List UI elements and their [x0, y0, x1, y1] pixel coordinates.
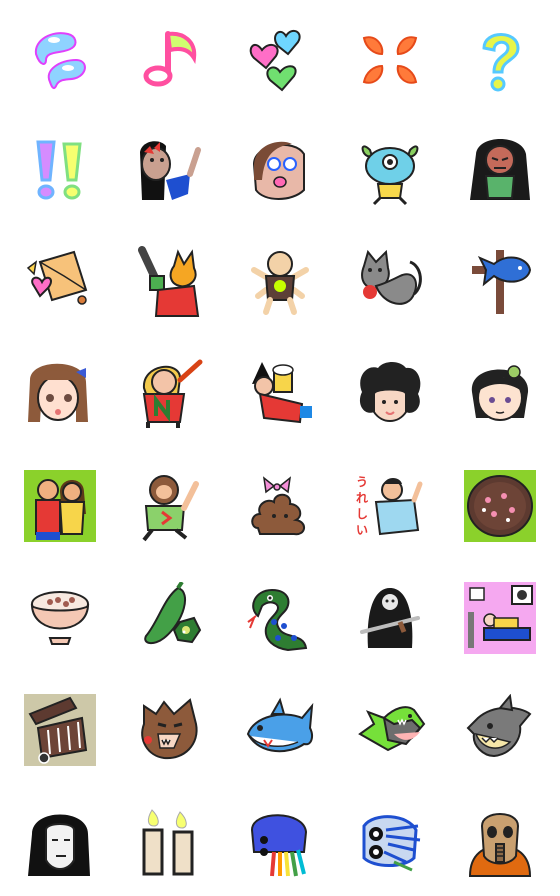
origami-heart-icon[interactable]: [24, 246, 96, 318]
long-hair-girl-icon[interactable]: [464, 134, 536, 206]
polka-dot-snake-icon[interactable]: [244, 582, 316, 654]
ureshii-label-2: れ: [356, 491, 368, 505]
three-hearts-icon[interactable]: [244, 24, 316, 96]
witch-beer-icon[interactable]: [244, 358, 316, 430]
ureshii-label-1: う: [356, 475, 368, 489]
gray-cat-icon[interactable]: [354, 246, 426, 318]
hugging-couple-icon[interactable]: [24, 470, 96, 542]
afro-face-icon[interactable]: [354, 358, 426, 430]
music-note-icon[interactable]: [134, 24, 206, 96]
rice-bowl-icon[interactable]: [24, 582, 96, 654]
green-clip-girl-icon[interactable]: [464, 358, 536, 430]
reaper-sword-icon[interactable]: [354, 582, 426, 654]
baby-u-shirt-icon[interactable]: [244, 246, 316, 318]
green-shark-icon[interactable]: [354, 694, 426, 766]
water-drops-icon[interactable]: [24, 24, 96, 96]
long-black-hair-ghost-icon[interactable]: [24, 806, 96, 878]
blue-shark-icon[interactable]: [244, 694, 316, 766]
girl-red-bow-icon[interactable]: [134, 134, 206, 206]
ureshii-label-4: い: [356, 523, 368, 537]
gas-mask-icon[interactable]: [464, 806, 536, 878]
monkey-kid-icon[interactable]: [134, 470, 206, 542]
pink-room-icon[interactable]: [464, 582, 536, 654]
fish-cross-icon[interactable]: [464, 246, 536, 318]
ureshii-man-icon[interactable]: う れ し い: [354, 470, 426, 542]
question-mark-icon[interactable]: [464, 24, 536, 96]
poop-bow-icon[interactable]: [244, 470, 316, 542]
double-exclamation-icon[interactable]: [24, 134, 96, 206]
ureshii-label-3: し: [356, 507, 368, 521]
cat-chainsaw-icon[interactable]: [134, 246, 206, 318]
pressure-cooker-icon[interactable]: [24, 694, 96, 766]
bean-pie-icon[interactable]: [464, 470, 536, 542]
green-pepper-okra-icon[interactable]: [134, 582, 206, 654]
bald-face-icon[interactable]: [244, 134, 316, 206]
one-eyed-monster-icon[interactable]: [354, 134, 426, 206]
gray-shark-icon[interactable]: [464, 694, 536, 766]
brown-wolf-icon[interactable]: [134, 694, 206, 766]
emoji-sheet: う れ し い: [0, 0, 560, 896]
anger-mark-icon[interactable]: [354, 24, 426, 96]
two-candles-icon[interactable]: [134, 806, 206, 878]
rainbow-tentacle-icon[interactable]: [244, 806, 316, 878]
blue-scribble-face-icon[interactable]: [354, 806, 426, 878]
blonde-n-hero-icon[interactable]: [134, 358, 206, 430]
brown-hair-girl-icon[interactable]: [24, 358, 96, 430]
